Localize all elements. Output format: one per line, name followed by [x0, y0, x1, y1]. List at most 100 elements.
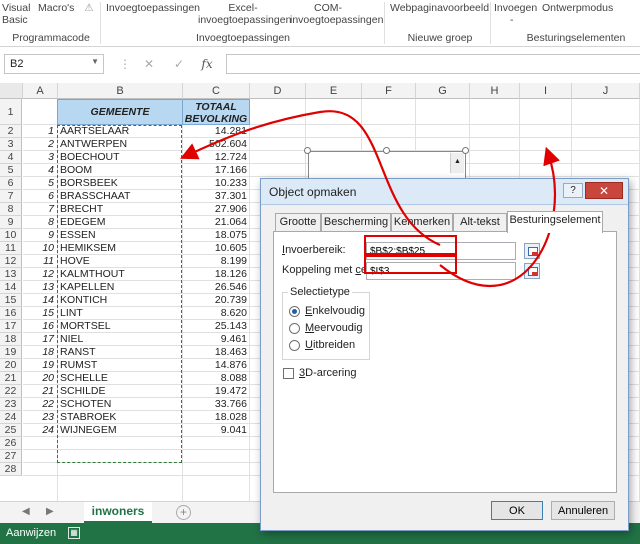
radio-extend-label[interactable]: Uitbreiden: [305, 339, 355, 351]
row-header-7[interactable]: 7: [0, 190, 22, 203]
close-button[interactable]: ✕: [585, 182, 623, 199]
ok-button[interactable]: [491, 501, 543, 520]
cancel-icon[interactable]: ✕: [140, 55, 158, 73]
row-header-18[interactable]: 18: [0, 333, 22, 346]
cancel-button[interactable]: [551, 501, 615, 520]
add-sheet-icon[interactable]: +: [176, 505, 191, 520]
population-cell[interactable]: 8.620: [183, 307, 249, 320]
population-cell[interactable]: 21.064: [183, 216, 249, 229]
column-header-C[interactable]: C: [183, 83, 250, 99]
row-number-cell[interactable]: 1: [23, 125, 57, 138]
row-header-6[interactable]: 6: [0, 177, 22, 190]
row-header-23[interactable]: 23: [0, 398, 22, 411]
tab-alt-text[interactable]: Alt-tekst: [453, 213, 507, 232]
help-button[interactable]: ?: [563, 183, 583, 198]
population-cell[interactable]: 25.143: [183, 320, 249, 333]
population-cell[interactable]: 19.472: [183, 385, 249, 398]
row-number-cell[interactable]: 15: [23, 307, 57, 320]
insert-dropdown-icon[interactable]: -: [510, 14, 514, 26]
row-header-3[interactable]: 3: [0, 138, 22, 151]
column-header-H[interactable]: H: [470, 83, 520, 99]
population-cell[interactable]: 9.041: [183, 424, 249, 437]
population-cell[interactable]: 20.739: [183, 294, 249, 307]
population-cell[interactable]: 18.126: [183, 268, 249, 281]
header-totaal-bevolking[interactable]: TOTAAL BEVOLKING: [182, 99, 250, 125]
visual-basic-button[interactable]: Visual Basic: [2, 2, 36, 26]
macro-security-icon[interactable]: ⚠: [82, 2, 96, 14]
radio-single-label[interactable]: Enkelvoudig: [305, 305, 365, 317]
select-all-corner[interactable]: [0, 83, 23, 99]
enter-icon[interactable]: ✓: [170, 55, 188, 73]
column-header-F[interactable]: F: [362, 83, 416, 99]
population-cell[interactable]: 14.876: [183, 359, 249, 372]
tab-next-icon[interactable]: ▶: [46, 506, 54, 517]
row-number-cell[interactable]: 18: [23, 346, 57, 359]
row-number-cell[interactable]: 6: [23, 190, 57, 203]
row-header-15[interactable]: 15: [0, 294, 22, 307]
chevron-down-icon[interactable]: ▼: [91, 57, 99, 66]
row-number-cell[interactable]: 7: [23, 203, 57, 216]
macros-button[interactable]: Macro's: [38, 2, 74, 14]
tab-protection[interactable]: Bescherming: [321, 213, 391, 232]
column-header-E[interactable]: E: [306, 83, 362, 99]
list-box-scroll-up-icon[interactable]: ▲: [450, 153, 464, 173]
collapse-dialog-icon[interactable]: [524, 263, 540, 279]
column-header-A[interactable]: A: [23, 83, 58, 99]
shading-3d-label[interactable]: 3D-arcering: [299, 367, 356, 379]
excel-add-ins-button[interactable]: Excel-invoegtoepassingen: [198, 2, 291, 26]
insert-function-icon[interactable]: fx: [198, 55, 216, 73]
population-cell[interactable]: 14.281: [183, 125, 249, 138]
row-number-cell[interactable]: 19: [23, 359, 57, 372]
row-number-cell[interactable]: 22: [23, 398, 57, 411]
row-header-14[interactable]: 14: [0, 281, 22, 294]
row-number-cell[interactable]: 21: [23, 385, 57, 398]
row-header-22[interactable]: 22: [0, 385, 22, 398]
row-header-9[interactable]: 9: [0, 216, 22, 229]
population-cell[interactable]: 17.166: [183, 164, 249, 177]
row-header-19[interactable]: 19: [0, 346, 22, 359]
population-cell[interactable]: 27.906: [183, 203, 249, 216]
header-gemeente[interactable]: GEMEENTE: [57, 99, 183, 125]
row-header-16[interactable]: 16: [0, 307, 22, 320]
row-header-5[interactable]: 5: [0, 164, 22, 177]
population-cell[interactable]: 10.605: [183, 242, 249, 255]
radio-extend[interactable]: [289, 340, 300, 351]
row-number-cell[interactable]: 10: [23, 242, 57, 255]
row-number-cell[interactable]: 23: [23, 411, 57, 424]
collapse-dialog-icon[interactable]: [524, 243, 540, 259]
web-preview-button[interactable]: Webpaginavoorbeeld: [390, 2, 489, 14]
row-header-21[interactable]: 21: [0, 372, 22, 385]
macro-record-icon[interactable]: ▦: [68, 527, 80, 539]
resize-handle[interactable]: [383, 147, 390, 154]
shading-3d-checkbox[interactable]: [283, 368, 294, 379]
radio-multi[interactable]: [289, 323, 300, 334]
row-number-cell[interactable]: 3: [23, 151, 57, 164]
population-cell[interactable]: 37.301: [183, 190, 249, 203]
row-header-10[interactable]: 10: [0, 229, 22, 242]
row-number-cell[interactable]: 17: [23, 333, 57, 346]
column-header-D[interactable]: D: [250, 83, 306, 99]
radio-single[interactable]: [289, 306, 300, 317]
row-number-cell[interactable]: 4: [23, 164, 57, 177]
population-cell[interactable]: 8.088: [183, 372, 249, 385]
row-number-cell[interactable]: 11: [23, 255, 57, 268]
column-header-B[interactable]: B: [58, 83, 183, 99]
add-ins-button[interactable]: Invoegtoepassingen: [106, 2, 200, 14]
row-number-cell[interactable]: 16: [23, 320, 57, 333]
column-header-G[interactable]: G: [416, 83, 470, 99]
row-number-cell[interactable]: 24: [23, 424, 57, 437]
row-header-1[interactable]: 1: [0, 99, 22, 125]
column-header-I[interactable]: I: [520, 83, 572, 99]
population-cell[interactable]: 9.461: [183, 333, 249, 346]
population-cell[interactable]: 10.233: [183, 177, 249, 190]
row-header-24[interactable]: 24: [0, 411, 22, 424]
row-number-cell[interactable]: 12: [23, 268, 57, 281]
row-header-11[interactable]: 11: [0, 242, 22, 255]
row-header-17[interactable]: 17: [0, 320, 22, 333]
row-number-cell[interactable]: 20: [23, 372, 57, 385]
column-header-J[interactable]: J: [572, 83, 640, 99]
row-header-20[interactable]: 20: [0, 359, 22, 372]
sheet-tab-inwoners[interactable]: inwoners: [84, 502, 152, 523]
row-header-4[interactable]: 4: [0, 151, 22, 164]
formula-input[interactable]: [226, 54, 640, 74]
